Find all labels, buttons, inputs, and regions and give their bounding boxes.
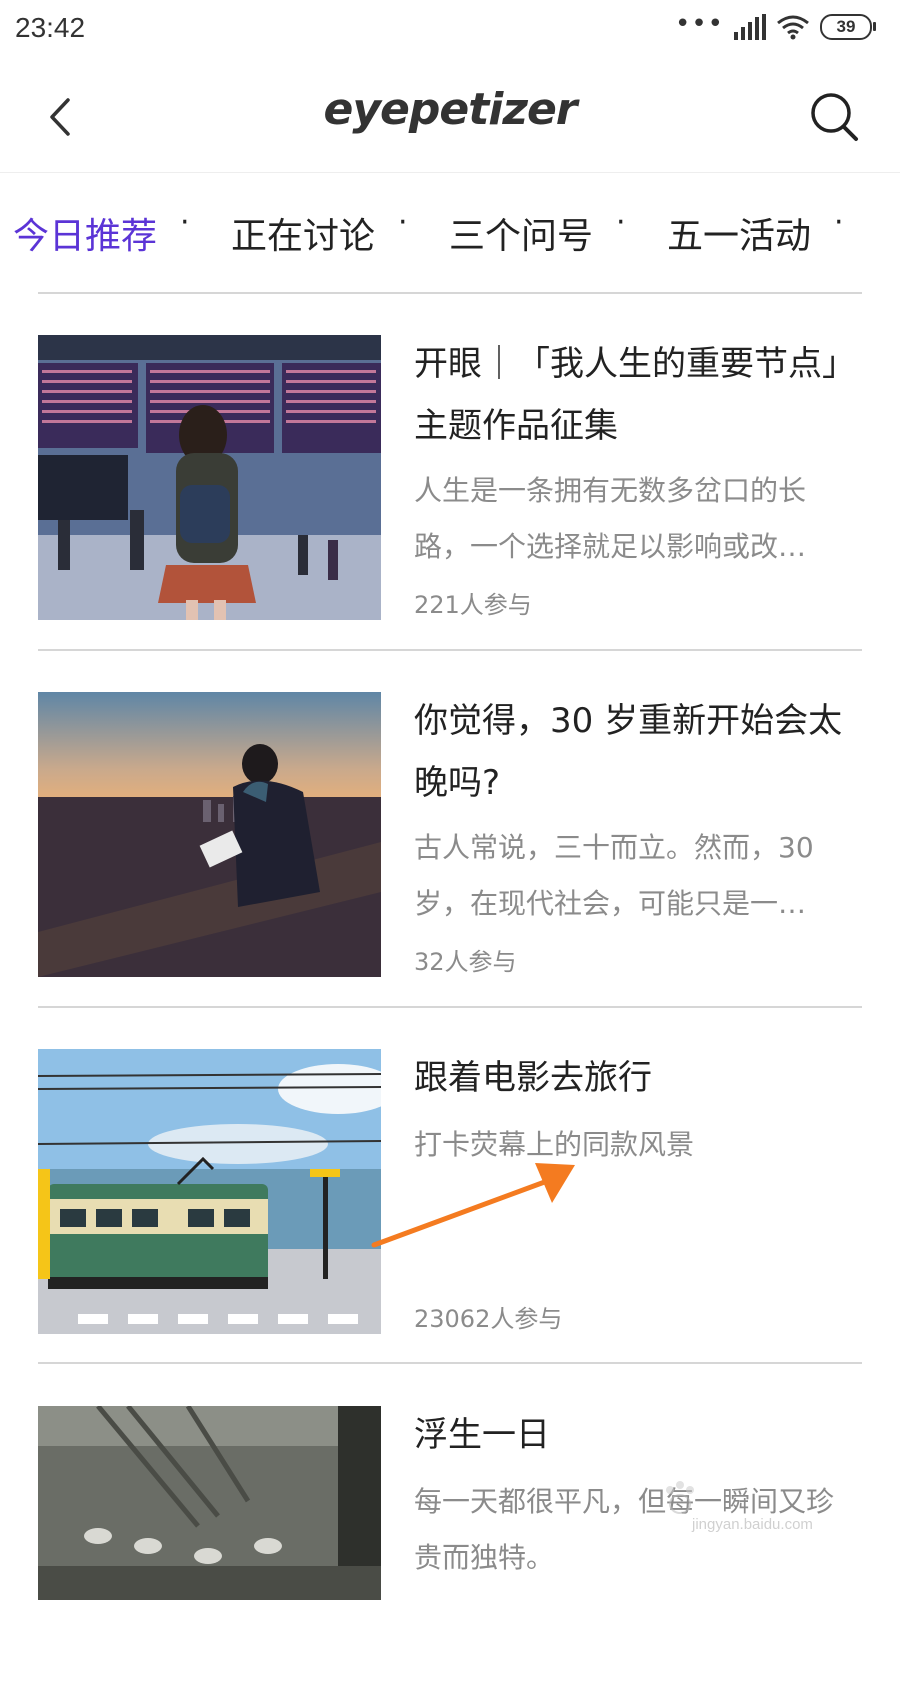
status-icons: ••• 39	[674, 9, 876, 40]
app-logo: eyepetizer	[323, 84, 578, 135]
item-thumbnail	[38, 1406, 381, 1600]
more-dots-icon: •••	[674, 9, 724, 39]
status-bar: 23:42 ••• 39	[0, 0, 900, 62]
item-title: 浮生一日	[414, 1415, 550, 1455]
item-title: 跟着电影去旅行	[414, 1058, 652, 1098]
battery-icon: 39	[820, 14, 876, 40]
annotation-arrow-icon	[371, 1163, 575, 1248]
participant-count: 221人参与	[414, 591, 532, 619]
tab-discussing[interactable]: 正在讨论	[231, 207, 375, 259]
tab-may-day-event[interactable]: 五一活动	[667, 207, 811, 259]
tab-separator: ·	[180, 205, 190, 240]
search-icon[interactable]	[808, 90, 862, 144]
participant-count: 32人参与	[414, 948, 517, 976]
watermark-text: jingyan.baidu.com	[692, 1516, 813, 1533]
category-tabs: 今日推荐 · 正在讨论 · 三个问号 · 五一活动 ·	[0, 175, 900, 290]
tab-three-questions[interactable]: 三个问号	[449, 207, 593, 259]
tab-separator: ·	[398, 205, 408, 240]
list-item[interactable]: 你觉得，30 岁重新开始会太晚吗? 古人常说，三十而立。然而，30 岁，在现代社…	[38, 692, 862, 977]
status-time: 23:42	[15, 12, 86, 43]
participant-count: 23062人参与	[414, 1305, 563, 1333]
divider	[38, 649, 862, 651]
item-title: 开眼｜「我人生的重要节点」主题作品征集	[414, 344, 856, 446]
divider	[38, 292, 862, 294]
tab-separator: ·	[834, 205, 844, 240]
item-description: 人生是一条拥有无数多岔口的长路，一个选择就足以影响或改…	[414, 474, 807, 563]
app-header: eyepetizer	[0, 62, 900, 173]
signal-icon	[734, 14, 766, 40]
divider	[38, 1006, 862, 1008]
tab-today-recommend[interactable]: 今日推荐	[13, 207, 157, 259]
item-title: 你觉得，30 岁重新开始会太晚吗?	[414, 701, 843, 803]
wifi-icon	[777, 15, 809, 40]
watermark: jingyan.baidu.com	[660, 1480, 860, 1550]
item-thumbnail	[38, 1049, 381, 1334]
list-item[interactable]: 开眼｜「我人生的重要节点」主题作品征集 人生是一条拥有无数多岔口的长路，一个选择…	[38, 335, 862, 620]
item-thumbnail	[38, 692, 381, 977]
battery-level: 39	[836, 17, 856, 36]
item-description: 古人常说，三十而立。然而，30 岁，在现代社会，可能只是一…	[414, 831, 814, 920]
item-thumbnail	[38, 335, 381, 620]
divider	[38, 1362, 862, 1364]
tab-separator: ·	[616, 205, 626, 240]
paw-logo-icon	[666, 1481, 694, 1514]
